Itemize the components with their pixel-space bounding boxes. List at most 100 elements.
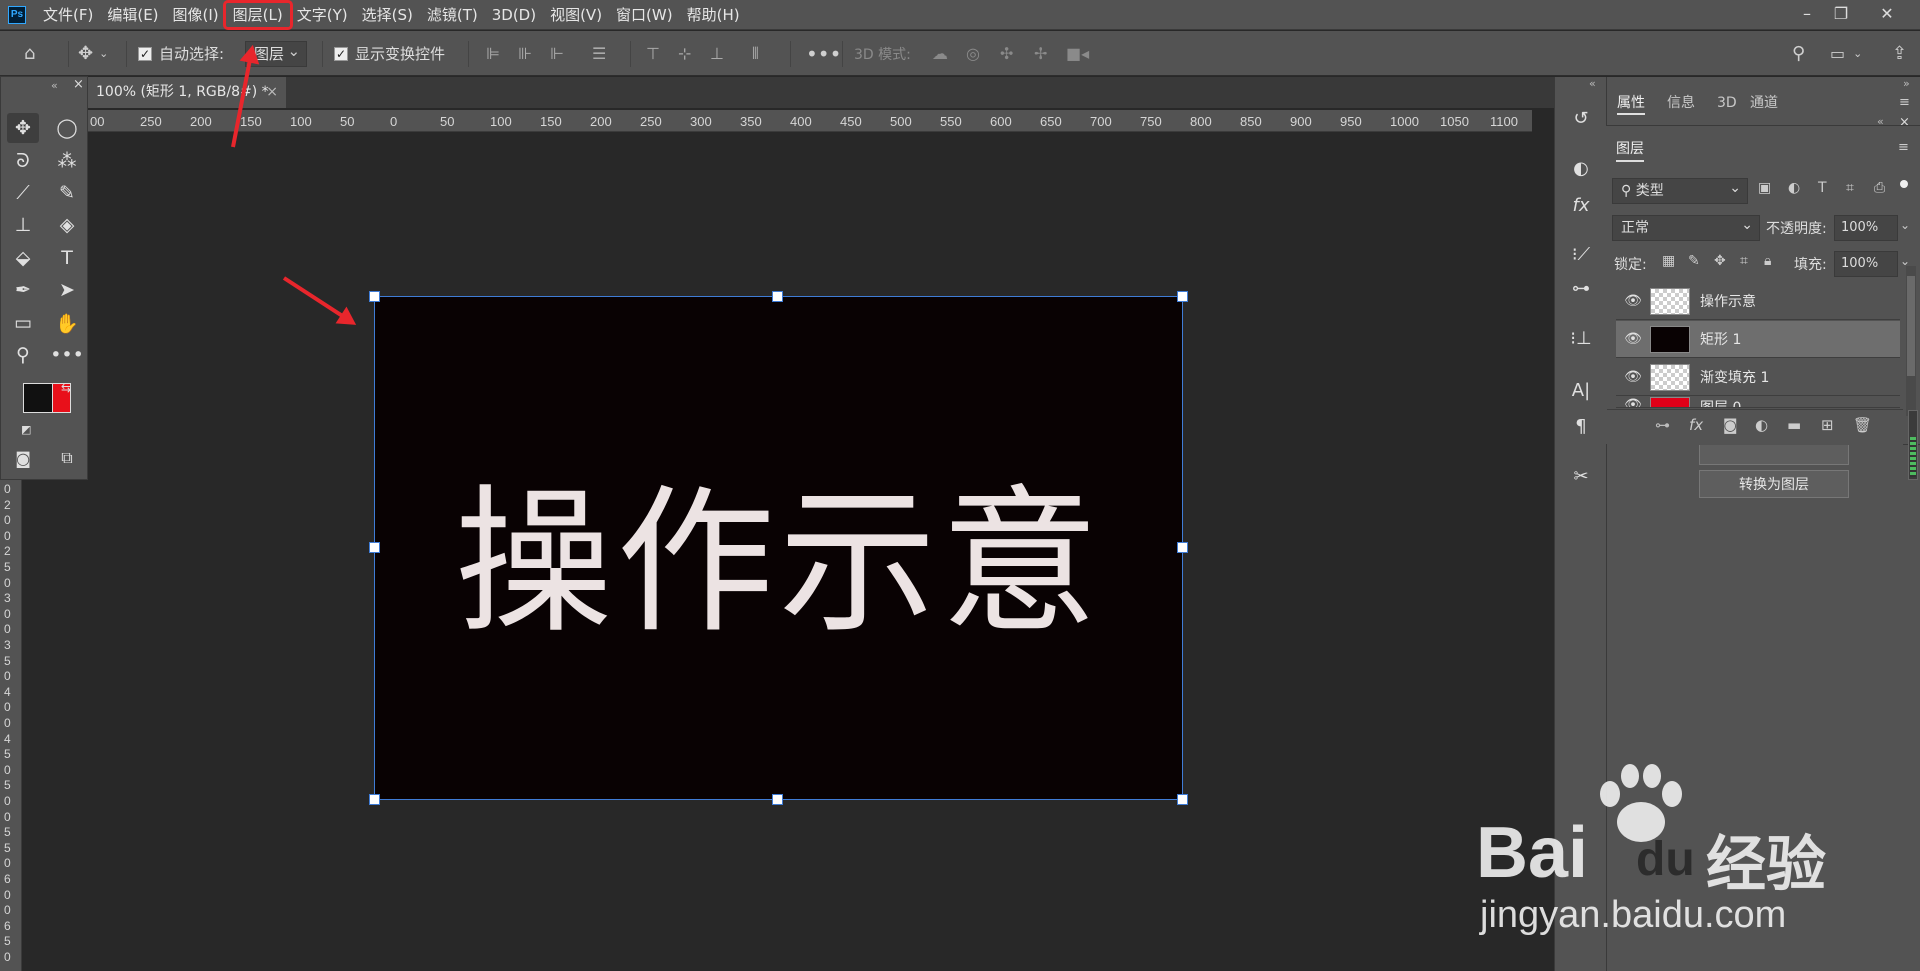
adjustments-icon[interactable]: ◐ [1565,153,1597,183]
convert-to-layer-button[interactable]: 转换为图层 [1699,470,1849,498]
menu-help[interactable]: 帮助(H) [680,3,747,27]
rectangle-tool-icon[interactable]: ▭ [7,308,39,338]
scale-3d-icon[interactable]: ■◂ [1066,31,1089,76]
workspace-icon[interactable]: ▭ ⌄ [1830,31,1862,76]
menu-select[interactable]: 选择(S) [355,3,420,27]
menu-window[interactable]: 窗口(W) [609,3,680,27]
filter-pixel-icon[interactable]: ▣ [1758,180,1771,196]
new-layer-icon[interactable]: ⊞ [1821,416,1834,434]
delete-layer-icon[interactable]: 🗑︎ [1853,416,1872,434]
tools-misc-icon[interactable]: ✂ [1565,461,1597,491]
search-icon[interactable]: ⚲ [1792,31,1805,76]
align-center-icon[interactable]: ⊪ [518,31,532,76]
distribute-icon[interactable]: ☰ [592,31,606,76]
lock-transparent-icon[interactable]: ▦ [1662,253,1675,269]
close-tab-icon[interactable]: × [266,77,278,108]
clone-source-icon[interactable]: ⁝⊥ [1565,323,1597,353]
filter-type-icon[interactable]: T [1818,180,1827,196]
tab-info[interactable]: 信息 [1667,91,1695,115]
filter-shape-icon[interactable]: ⌗ [1846,180,1854,196]
filter-kind-dropdown[interactable]: ⚲ 类型 ⌄ [1612,178,1748,204]
menu-type[interactable]: 文字(Y) [290,3,355,27]
auto-select-checkbox[interactable]: ✓ 自动选择: [138,31,224,76]
stamp-tool-icon[interactable]: ⊥ [7,210,39,240]
align-bottom-icon[interactable]: ⊥ [710,31,724,76]
share-icon[interactable]: ⇪ [1892,31,1907,76]
pan-3d-icon[interactable]: ✣ [1000,31,1013,76]
layers-scrollbar[interactable] [1906,266,1916,416]
layers-menu-icon[interactable]: ≡ [1898,140,1909,155]
filter-toggle[interactable] [1900,178,1910,202]
visibility-eye-icon[interactable]: 👁︎ [1616,397,1650,407]
collapse-icon[interactable]: « [51,79,58,92]
lock-all-icon[interactable]: 🔒︎ [1764,253,1771,269]
menu-layer[interactable]: 图层(L) [222,0,293,30]
menu-edit[interactable]: 编辑(E) [100,3,165,27]
align-middle-icon[interactable]: ⊹ [678,31,691,76]
opacity-input[interactable]: 100% [1834,215,1898,241]
align-top-icon[interactable]: ⊤ [646,31,660,76]
roll-3d-icon[interactable]: ◎ [966,31,980,76]
distribute-vertical-icon[interactable]: ⫴ [752,31,759,76]
document-tab[interactable]: 100% (矩形 1, RGB/8#) * × [88,77,286,108]
lock-position-icon[interactable]: ✥ [1714,253,1726,269]
move-tool-icon[interactable]: ✥ ⌄ [78,31,108,76]
hand-tool-icon[interactable]: ✋ [51,308,83,338]
path-select-icon[interactable]: ➤ [51,275,83,305]
ellipse-marquee-icon[interactable]: ◯ [51,113,83,143]
transform-handle-b[interactable] [772,794,783,805]
transform-handle-br[interactable] [1177,794,1188,805]
menu-3d[interactable]: 3D(D) [485,3,543,27]
eyedropper-icon[interactable]: ⟋ [7,178,39,208]
transform-handle-t[interactable] [772,291,783,302]
collapse-right-icon[interactable]: » [1903,77,1910,90]
transform-handle-l[interactable] [369,542,380,553]
close-panel-icon[interactable]: × [73,77,84,92]
opacity-slider-icon[interactable]: ⌄ [1900,218,1910,232]
layer-row[interactable]: 👁︎ 矩形 1 [1616,321,1900,358]
align-left-icon[interactable]: ⊫ [486,31,500,76]
pen-tool-icon[interactable]: ✒ [7,275,39,305]
home-icon[interactable]: ⌂ [24,31,35,76]
eraser-tool-icon[interactable]: ◈ [51,210,83,240]
magic-wand-icon[interactable]: ⁂ [51,146,83,176]
more-options-icon[interactable]: ••• [806,31,841,76]
visibility-eye-icon[interactable]: 👁︎ [1616,369,1650,385]
menu-view[interactable]: 视图(V) [543,3,609,27]
tool-presets-icon[interactable]: ⊶ [1565,273,1597,303]
new-group-icon[interactable]: ▬ [1787,416,1801,434]
fill-input[interactable]: 100% [1834,251,1898,277]
blend-mode-dropdown[interactable]: 正常 ⌄ [1612,215,1760,241]
transform-handle-tr[interactable] [1177,291,1188,302]
transform-handle-r[interactable] [1177,542,1188,553]
transform-handle-bl[interactable] [369,794,380,805]
transform-handle-tl[interactable] [369,291,380,302]
brush-tool-icon[interactable]: ✎ [51,178,83,208]
tab-properties[interactable]: 属性 [1617,91,1645,115]
filter-adjust-icon[interactable]: ◐ [1788,180,1800,196]
filter-smart-icon[interactable]: ⎙ [1874,180,1885,196]
more-tools-icon[interactable]: ••• [50,340,84,370]
menu-filter[interactable]: 滤镜(T) [420,3,485,27]
menu-file[interactable]: 文件(F) [36,3,100,27]
minimize-button[interactable]: – [1790,0,1824,30]
canvas-rectangle[interactable]: 操作示意 [374,296,1183,800]
align-right-icon[interactable]: ⊩ [550,31,564,76]
screen-mode-icon[interactable]: ⧉ [51,443,83,473]
layer-row[interactable]: 👁︎ 图层 0 [1616,397,1900,408]
visibility-eye-icon[interactable]: 👁︎ [1616,331,1650,347]
menu-image[interactable]: 图像(I) [166,3,226,27]
character-icon[interactable]: A| [1565,375,1597,405]
swap-colors-icon[interactable]: ⇆ [61,381,71,395]
foreground-color-swatch[interactable] [23,383,53,413]
visibility-eye-icon[interactable]: 👁︎ [1616,293,1650,309]
layer-row[interactable]: 👁︎ 渐变填充 1 [1616,359,1900,396]
history-icon[interactable]: ↺ [1565,103,1597,133]
show-transform-checkbox[interactable]: ✓ 显示变换控件 [334,31,445,76]
collapse-strip-icon[interactable]: « [1589,77,1596,90]
styles-icon[interactable]: fx [1565,190,1597,220]
adjustment-layer-icon[interactable]: ◐ [1755,416,1768,434]
layer-mask-icon[interactable]: ◙ [1723,416,1738,434]
move-tool-icon[interactable]: ✥ [7,113,39,143]
close-window-button[interactable]: ✕ [1870,0,1904,30]
